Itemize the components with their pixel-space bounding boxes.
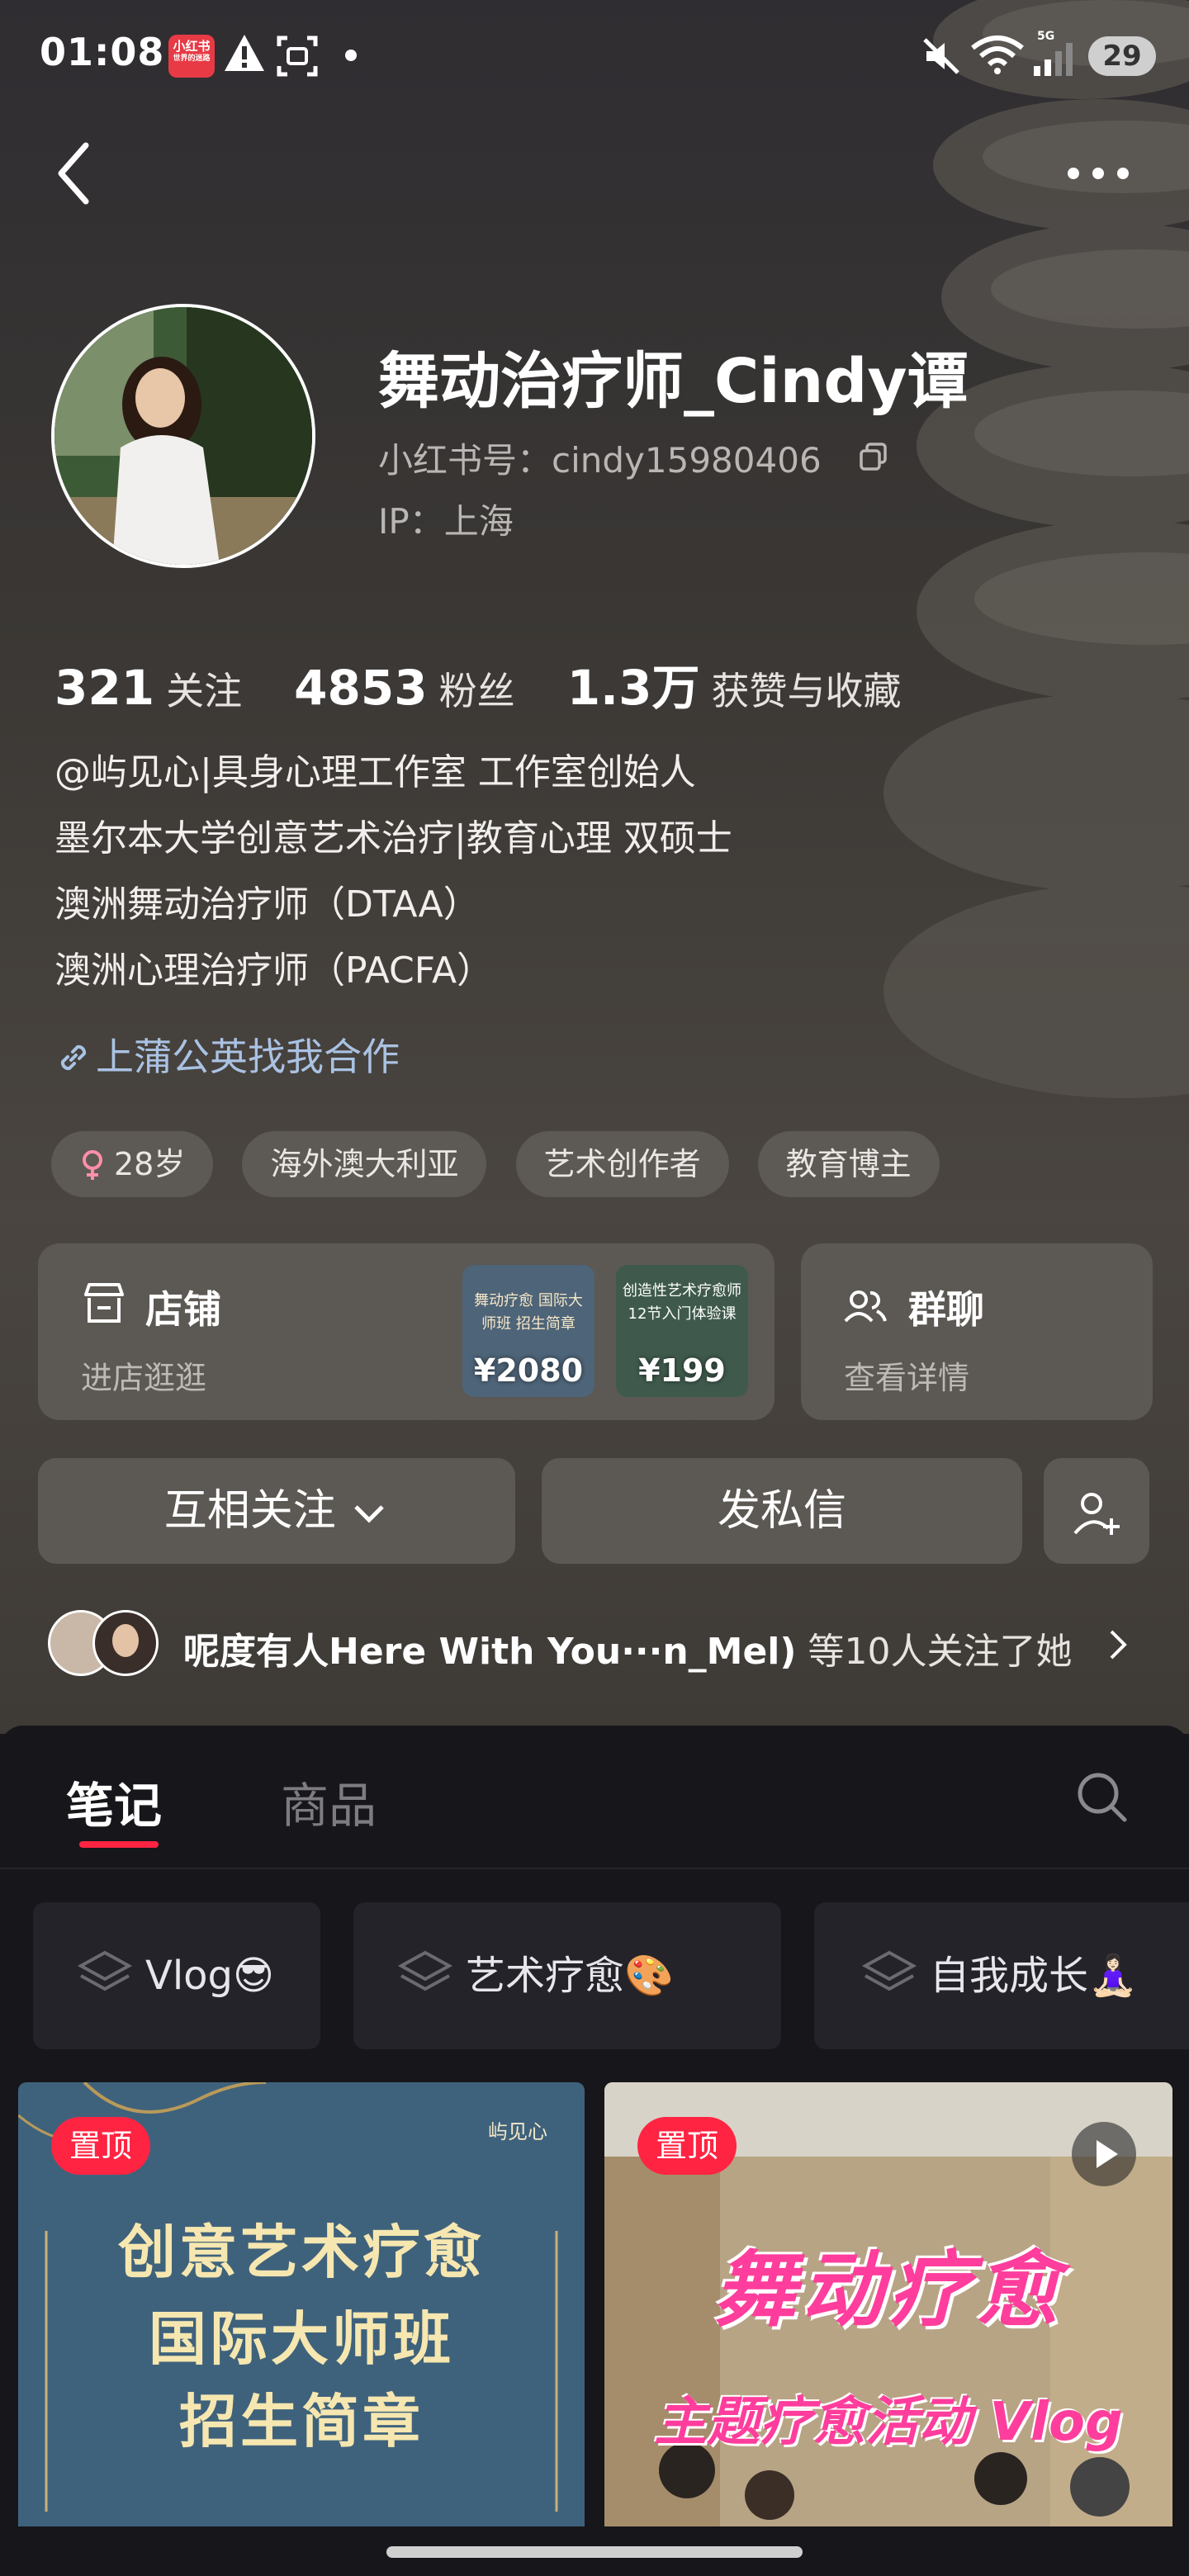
bio-line: @屿见心|具身心理工作室 工作室创始人 <box>54 751 696 793</box>
post-title-line: 招生简章 <box>179 2388 424 2455</box>
copy-icon[interactable] <box>859 443 888 472</box>
tag-location: 海外澳大利亚 <box>242 1131 487 1197</box>
female-icon <box>83 1150 102 1180</box>
more-options-icon[interactable] <box>1065 165 1131 182</box>
store-icon <box>84 1283 124 1323</box>
status-bar: 01:08 小红书 世界的迷路 5G 29 <box>0 0 1189 112</box>
search-icon[interactable] <box>1073 1769 1130 1825</box>
play-icon <box>1097 2140 1118 2168</box>
bio-line: 墨尔本大学创意艺术治疗|教育心理 双硕士 <box>54 817 732 859</box>
shop-item-price: ¥2080 <box>473 1352 584 1389</box>
profile-name: 舞动治疗师_Cindy谭 <box>378 346 969 417</box>
notification-dot <box>345 50 357 61</box>
pinned-badge: 置顶 <box>51 2117 151 2175</box>
profile-stats: 321 关注 4853 粉丝 1.3万 获赞与收藏 <box>54 649 949 718</box>
warning-icon <box>225 35 264 71</box>
collection-self-growth[interactable]: 自我成长🧘🏻‍♀️ <box>814 1902 1189 2049</box>
cellular-signal-icon: 5G <box>1034 30 1073 79</box>
avatar-image <box>54 307 312 565</box>
collaboration-link[interactable]: 上蒲公英找我合作 <box>54 1027 400 1082</box>
signal-bars-icon <box>1034 43 1073 76</box>
post-card[interactable]: 置顶 屿见心 创意艺术疗愈 国际大师班 招生简章 <box>18 2082 585 2526</box>
shop-item-price: ¥199 <box>638 1352 726 1389</box>
link-icon <box>60 1044 87 1071</box>
tab-divider <box>0 1868 1189 1869</box>
post-card[interactable]: 置顶 舞动疗愈 主题疗愈活动 Vlog <box>604 2082 1172 2526</box>
add-friend-button[interactable] <box>1044 1458 1149 1564</box>
tag-age: 28岁 <box>51 1131 214 1197</box>
collection-vlog[interactable]: Vlog😎 <box>33 1902 320 2049</box>
ip-location: IP：上海 <box>378 501 514 542</box>
shop-title: 店铺 <box>145 1287 221 1332</box>
tab-goods[interactable]: 商品 <box>281 1767 377 1836</box>
mutual-avatar <box>92 1610 159 1676</box>
wifi-icon <box>971 36 1024 74</box>
shop-item-text: 创造性艺术疗愈师 12节入门体验课 <box>623 1282 741 1323</box>
mute-icon <box>923 38 959 74</box>
followers-stat[interactable]: 4853 粉丝 <box>294 660 562 716</box>
group-chat-title: 群聊 <box>908 1287 984 1332</box>
send-message-button[interactable]: 发私信 <box>542 1458 1022 1564</box>
layers-icon <box>397 1950 453 1991</box>
shop-item-thumbnail[interactable]: 舞动疗愈 国际大师班 招生简章 ¥2080 <box>462 1265 594 1397</box>
video-play-button[interactable] <box>1072 2122 1136 2186</box>
active-tab-indicator <box>79 1841 159 1848</box>
home-indicator <box>386 2546 803 2558</box>
tag-blogger: 教育博主 <box>757 1131 940 1197</box>
battery-indicator: 29 <box>1088 36 1156 76</box>
following-stat[interactable]: 321 关注 <box>54 660 290 716</box>
post-subtitle: 主题疗愈活动 Vlog <box>654 2392 1123 2453</box>
layers-icon <box>77 1950 133 1991</box>
pinned-badge: 置顶 <box>637 2117 737 2175</box>
shop-item-text: 舞动疗愈 国际大师班 招生简章 <box>474 1292 583 1333</box>
add-user-icon <box>1073 1493 1120 1535</box>
post-title-line: 国际大师班 <box>149 2305 454 2373</box>
group-chat-subtitle: 查看详情 <box>844 1360 970 1396</box>
xiaohongshu-notification-icon: 小红书 世界的迷路 <box>168 35 215 78</box>
chevron-right-icon <box>1110 1630 1127 1660</box>
shop-card[interactable]: 店铺 进店逛逛 舞动疗愈 国际大师班 招生简章 ¥2080 创造性艺术疗愈师 1… <box>38 1243 775 1420</box>
back-arrow-icon[interactable] <box>51 140 101 206</box>
profile-avatar[interactable] <box>51 304 315 568</box>
tab-notes[interactable]: 笔记 <box>66 1767 162 1836</box>
post-title: 舞动疗愈 <box>713 2242 1063 2338</box>
mutual-followers-row[interactable]: 呢度有人Here With You···n_Mel) 等10人关注了她 <box>48 1610 1154 1681</box>
shop-subtitle: 进店逛逛 <box>81 1360 207 1396</box>
bio-line: 澳洲心理治疗师（PACFA） <box>54 949 494 992</box>
likes-collections-stat[interactable]: 1.3万 获赞与收藏 <box>567 660 950 716</box>
mutual-followers-text: 呢度有人Here With You···n_Mel) 等10人关注了她 <box>183 1631 1073 1673</box>
chevron-down-icon <box>354 1505 385 1523</box>
profile-bio: @屿见心|具身心理工作室 工作室创始人 墨尔本大学创意艺术治疗|教育心理 双硕士… <box>54 740 732 1004</box>
group-chat-card[interactable]: 群聊 查看详情 <box>801 1243 1153 1420</box>
tag-creator: 艺术创作者 <box>515 1131 729 1197</box>
bio-line: 澳洲舞动治疗师（DTAA） <box>54 883 480 926</box>
group-chat-icon <box>844 1290 887 1323</box>
post-title-line: 创意艺术疗愈 <box>118 2218 485 2286</box>
status-time: 01:08 <box>40 30 165 74</box>
shop-item-thumbnail[interactable]: 创造性艺术疗愈师 12节入门体验课 ¥199 <box>616 1265 748 1397</box>
red-id: 小红书号：cindy15980406 <box>378 440 822 481</box>
mutual-follow-button[interactable]: 互相关注 <box>38 1458 515 1564</box>
post-brand-logo: 屿见心 <box>488 2120 547 2143</box>
layers-icon <box>861 1950 917 1991</box>
screenshot-icon <box>277 36 318 77</box>
collection-art-healing[interactable]: 艺术疗愈🎨 <box>353 1902 781 2049</box>
profile-tags: 28岁 海外澳大利亚 艺术创作者 教育博主 <box>51 1131 964 1197</box>
link-label: 上蒲公英找我合作 <box>96 1035 400 1079</box>
